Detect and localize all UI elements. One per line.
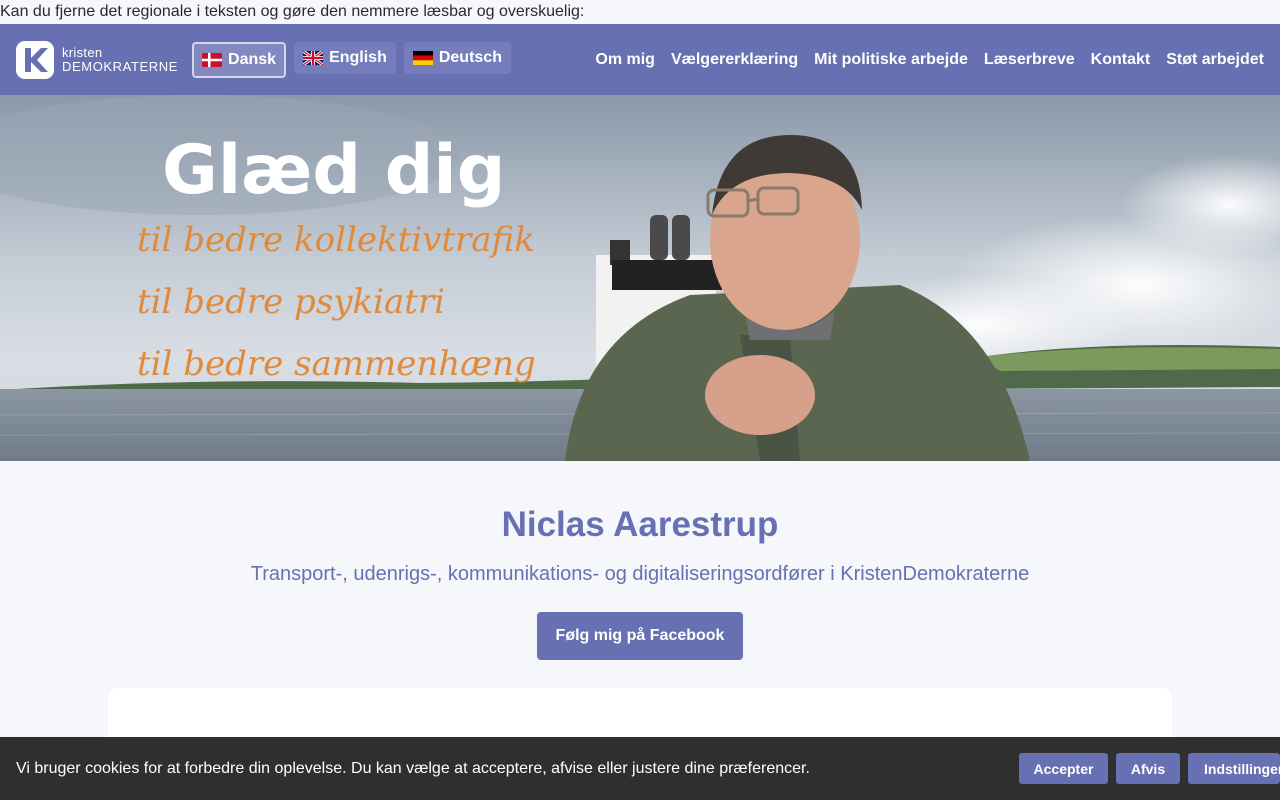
hero-line-3: til bedre sammenhæng [137,344,536,384]
profile-subtitle: Transport-, udenrigs-, kommunikations- o… [250,563,1030,585]
language-switcher: Dansk English Deutsch [192,41,511,78]
hero-line-1: til bedre kollektivtrafik [137,220,535,260]
main-nav: Om mig Vælgererklæring Mit politiske arb… [595,51,1264,69]
facebook-follow-button[interactable]: Følg mig på Facebook [537,612,743,660]
language-english-button[interactable]: English [294,41,396,74]
language-deutsch-button[interactable]: Deutsch [403,41,511,74]
logo-line2: DEMOKRATERNE [62,58,179,74]
nav-vaelgererklaering[interactable]: Vælgererklæring [671,51,798,69]
hero-image: Glæd dig til bedre kollektivtrafik til b… [0,95,1280,461]
cookie-accept-button[interactable]: Accepter [1019,753,1108,784]
cookie-reject-button[interactable]: Afvis [1116,753,1180,784]
hero-line-2: til bedre psykiatri [137,282,445,322]
cookie-actions: Accepter Afvis Indstillinger [1019,753,1280,784]
cookie-text: Vi bruger cookies for at forbedre din op… [16,759,810,777]
preface-text: Kan du fjerne det regionale i teksten og… [0,0,1280,24]
nav-kontakt[interactable]: Kontakt [1091,51,1151,69]
uk-flag-icon [303,50,324,65]
profile-section: Niclas Aarestrup Transport-, udenrigs-, … [0,461,1280,660]
hero-banner: Glæd dig til bedre kollektivtrafik til b… [0,95,1280,461]
nav-om-mig[interactable]: Om mig [595,51,655,69]
hero-headline: Glæd dig [162,131,505,210]
site-logo[interactable]: kristen DEMOKRATERNE [16,40,178,80]
profile-name: Niclas Aarestrup [501,505,779,544]
nav-politiske-arbejde[interactable]: Mit politiske arbejde [814,51,968,69]
language-label: English [329,48,387,66]
logo-line1: kristen [62,44,103,60]
nav-stoet-arbejdet[interactable]: Støt arbejdet [1166,51,1264,69]
language-label: Dansk [228,50,277,68]
top-navbar: kristen DEMOKRATERNE Dansk English Deuts… [0,24,1280,95]
kd-logo-icon [16,40,54,79]
language-dansk-button[interactable]: Dansk [192,41,287,78]
nav-laeserbreve[interactable]: Læserbreve [984,51,1075,69]
cookie-banner: Vi bruger cookies for at forbedre din op… [0,737,1280,800]
cookie-settings-button[interactable]: Indstillinger [1188,753,1280,784]
dk-flag-icon [202,52,223,67]
de-flag-icon [412,50,433,65]
language-label: Deutsch [438,48,502,66]
